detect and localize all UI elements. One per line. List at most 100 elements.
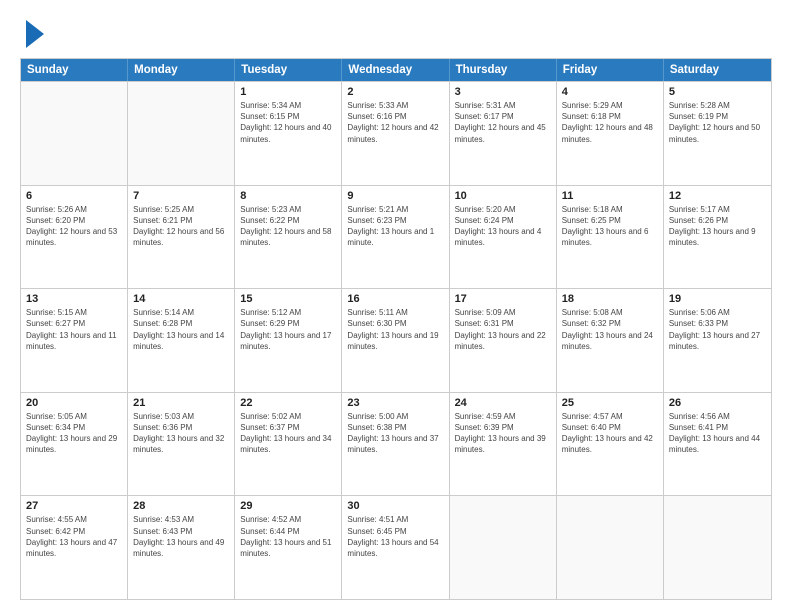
day-number: 23 bbox=[347, 397, 443, 409]
calendar-cell: 18 Sunrise: 5:08 AM Sunset: 6:32 PM Dayli… bbox=[557, 289, 664, 392]
calendar-cell: 4 Sunrise: 5:29 AM Sunset: 6:18 PM Daylig… bbox=[557, 82, 664, 185]
day-info: Sunrise: 4:51 AM Sunset: 6:45 PM Dayligh… bbox=[347, 514, 443, 559]
day-info: Sunrise: 5:33 AM Sunset: 6:16 PM Dayligh… bbox=[347, 100, 443, 145]
calendar-header-cell: Friday bbox=[557, 59, 664, 81]
calendar-cell: 9 Sunrise: 5:21 AM Sunset: 6:23 PM Daylig… bbox=[342, 186, 449, 289]
day-number: 6 bbox=[26, 190, 122, 202]
day-number: 18 bbox=[562, 293, 658, 305]
calendar-row: 6 Sunrise: 5:26 AM Sunset: 6:20 PM Daylig… bbox=[21, 185, 771, 289]
day-number: 5 bbox=[669, 86, 766, 98]
day-info: Sunrise: 5:29 AM Sunset: 6:18 PM Dayligh… bbox=[562, 100, 658, 145]
day-info: Sunrise: 5:34 AM Sunset: 6:15 PM Dayligh… bbox=[240, 100, 336, 145]
calendar-row: 1 Sunrise: 5:34 AM Sunset: 6:15 PM Daylig… bbox=[21, 81, 771, 185]
day-number: 10 bbox=[455, 190, 551, 202]
calendar-cell-empty bbox=[450, 496, 557, 599]
header bbox=[20, 18, 772, 48]
calendar-cell: 10 Sunrise: 5:20 AM Sunset: 6:24 PM Dayli… bbox=[450, 186, 557, 289]
day-number: 24 bbox=[455, 397, 551, 409]
day-number: 15 bbox=[240, 293, 336, 305]
calendar-cell: 20Sunrise: 5:05 AM Sunset: 6:34 PM Dayli… bbox=[21, 393, 128, 496]
day-number: 13 bbox=[26, 293, 122, 305]
calendar-cell: 27 Sunrise: 4:55 AM Sunset: 6:42 PM Dayli… bbox=[21, 496, 128, 599]
calendar-cell: 16Sunrise: 5:11 AM Sunset: 6:30 PM Dayli… bbox=[342, 289, 449, 392]
calendar-cell-empty bbox=[21, 82, 128, 185]
calendar-header-cell: Sunday bbox=[21, 59, 128, 81]
day-number: 19 bbox=[669, 293, 766, 305]
calendar: SundayMondayTuesdayWednesdayThursdayFrid… bbox=[20, 58, 772, 600]
day-number: 8 bbox=[240, 190, 336, 202]
day-info: Sunrise: 5:23 AM Sunset: 6:22 PM Dayligh… bbox=[240, 204, 336, 249]
calendar-cell: 30 Sunrise: 4:51 AM Sunset: 6:45 PM Dayli… bbox=[342, 496, 449, 599]
day-number: 7 bbox=[133, 190, 229, 202]
day-info: Sunrise: 4:53 AM Sunset: 6:43 PM Dayligh… bbox=[133, 514, 229, 559]
day-info: Sunrise: 4:59 AM Sunset: 6:39 PM Dayligh… bbox=[455, 411, 551, 456]
day-number: 29 bbox=[240, 500, 336, 512]
day-info: Sunrise: 5:06 AM Sunset: 6:33 PM Dayligh… bbox=[669, 307, 766, 352]
page: SundayMondayTuesdayWednesdayThursdayFrid… bbox=[0, 0, 792, 612]
logo bbox=[20, 18, 44, 48]
day-info: Sunrise: 5:26 AM Sunset: 6:20 PM Dayligh… bbox=[26, 204, 122, 249]
calendar-header-row: SundayMondayTuesdayWednesdayThursdayFrid… bbox=[21, 59, 771, 81]
day-number: 28 bbox=[133, 500, 229, 512]
calendar-cell: 8 Sunrise: 5:23 AM Sunset: 6:22 PM Daylig… bbox=[235, 186, 342, 289]
calendar-cell: 22 Sunrise: 5:02 AM Sunset: 6:37 PM Dayli… bbox=[235, 393, 342, 496]
calendar-cell: 14 Sunrise: 5:14 AM Sunset: 6:28 PM Dayli… bbox=[128, 289, 235, 392]
day-info: Sunrise: 5:17 AM Sunset: 6:26 PM Dayligh… bbox=[669, 204, 766, 249]
day-info: Sunrise: 4:56 AM Sunset: 6:41 PM Dayligh… bbox=[669, 411, 766, 456]
calendar-cell-empty bbox=[664, 496, 771, 599]
calendar-cell: 26Sunrise: 4:56 AM Sunset: 6:41 PM Dayli… bbox=[664, 393, 771, 496]
day-number: 12 bbox=[669, 190, 766, 202]
day-number: 14 bbox=[133, 293, 229, 305]
calendar-row: 13 Sunrise: 5:15 AM Sunset: 6:27 PM Dayli… bbox=[21, 288, 771, 392]
calendar-cell: 17Sunrise: 5:09 AM Sunset: 6:31 PM Dayli… bbox=[450, 289, 557, 392]
day-number: 9 bbox=[347, 190, 443, 202]
calendar-header-cell: Tuesday bbox=[235, 59, 342, 81]
day-info: Sunrise: 5:12 AM Sunset: 6:29 PM Dayligh… bbox=[240, 307, 336, 352]
calendar-cell: 11Sunrise: 5:18 AM Sunset: 6:25 PM Dayli… bbox=[557, 186, 664, 289]
calendar-cell: 28 Sunrise: 4:53 AM Sunset: 6:43 PM Dayli… bbox=[128, 496, 235, 599]
day-info: Sunrise: 5:21 AM Sunset: 6:23 PM Dayligh… bbox=[347, 204, 443, 249]
day-info: Sunrise: 5:15 AM Sunset: 6:27 PM Dayligh… bbox=[26, 307, 122, 352]
day-number: 21 bbox=[133, 397, 229, 409]
calendar-cell: 6 Sunrise: 5:26 AM Sunset: 6:20 PM Daylig… bbox=[21, 186, 128, 289]
calendar-cell: 23Sunrise: 5:00 AM Sunset: 6:38 PM Dayli… bbox=[342, 393, 449, 496]
day-info: Sunrise: 5:11 AM Sunset: 6:30 PM Dayligh… bbox=[347, 307, 443, 352]
calendar-cell: 13 Sunrise: 5:15 AM Sunset: 6:27 PM Dayli… bbox=[21, 289, 128, 392]
day-number: 25 bbox=[562, 397, 658, 409]
day-number: 1 bbox=[240, 86, 336, 98]
day-info: Sunrise: 4:55 AM Sunset: 6:42 PM Dayligh… bbox=[26, 514, 122, 559]
day-number: 2 bbox=[347, 86, 443, 98]
calendar-header-cell: Monday bbox=[128, 59, 235, 81]
day-number: 20 bbox=[26, 397, 122, 409]
day-info: Sunrise: 5:28 AM Sunset: 6:19 PM Dayligh… bbox=[669, 100, 766, 145]
day-info: Sunrise: 5:03 AM Sunset: 6:36 PM Dayligh… bbox=[133, 411, 229, 456]
calendar-cell: 21 Sunrise: 5:03 AM Sunset: 6:36 PM Dayli… bbox=[128, 393, 235, 496]
day-number: 4 bbox=[562, 86, 658, 98]
day-info: Sunrise: 5:20 AM Sunset: 6:24 PM Dayligh… bbox=[455, 204, 551, 249]
day-info: Sunrise: 4:57 AM Sunset: 6:40 PM Dayligh… bbox=[562, 411, 658, 456]
day-number: 22 bbox=[240, 397, 336, 409]
calendar-header-cell: Saturday bbox=[664, 59, 771, 81]
calendar-cell: 15 Sunrise: 5:12 AM Sunset: 6:29 PM Dayli… bbox=[235, 289, 342, 392]
day-info: Sunrise: 5:14 AM Sunset: 6:28 PM Dayligh… bbox=[133, 307, 229, 352]
day-number: 30 bbox=[347, 500, 443, 512]
calendar-cell: 24 Sunrise: 4:59 AM Sunset: 6:39 PM Dayli… bbox=[450, 393, 557, 496]
day-number: 27 bbox=[26, 500, 122, 512]
calendar-header-cell: Wednesday bbox=[342, 59, 449, 81]
day-info: Sunrise: 5:18 AM Sunset: 6:25 PM Dayligh… bbox=[562, 204, 658, 249]
day-info: Sunrise: 5:08 AM Sunset: 6:32 PM Dayligh… bbox=[562, 307, 658, 352]
calendar-row: 27 Sunrise: 4:55 AM Sunset: 6:42 PM Dayli… bbox=[21, 495, 771, 599]
calendar-cell: 2 Sunrise: 5:33 AM Sunset: 6:16 PM Daylig… bbox=[342, 82, 449, 185]
calendar-row: 20Sunrise: 5:05 AM Sunset: 6:34 PM Dayli… bbox=[21, 392, 771, 496]
calendar-cell: 25 Sunrise: 4:57 AM Sunset: 6:40 PM Dayli… bbox=[557, 393, 664, 496]
calendar-body: 1 Sunrise: 5:34 AM Sunset: 6:15 PM Daylig… bbox=[21, 81, 771, 599]
day-number: 3 bbox=[455, 86, 551, 98]
calendar-cell: 19 Sunrise: 5:06 AM Sunset: 6:33 PM Dayli… bbox=[664, 289, 771, 392]
calendar-header-cell: Thursday bbox=[450, 59, 557, 81]
day-info: Sunrise: 4:52 AM Sunset: 6:44 PM Dayligh… bbox=[240, 514, 336, 559]
calendar-cell: 5 Sunrise: 5:28 AM Sunset: 6:19 PM Daylig… bbox=[664, 82, 771, 185]
day-info: Sunrise: 5:09 AM Sunset: 6:31 PM Dayligh… bbox=[455, 307, 551, 352]
day-info: Sunrise: 5:02 AM Sunset: 6:37 PM Dayligh… bbox=[240, 411, 336, 456]
day-info: Sunrise: 5:25 AM Sunset: 6:21 PM Dayligh… bbox=[133, 204, 229, 249]
calendar-cell: 7 Sunrise: 5:25 AM Sunset: 6:21 PM Daylig… bbox=[128, 186, 235, 289]
